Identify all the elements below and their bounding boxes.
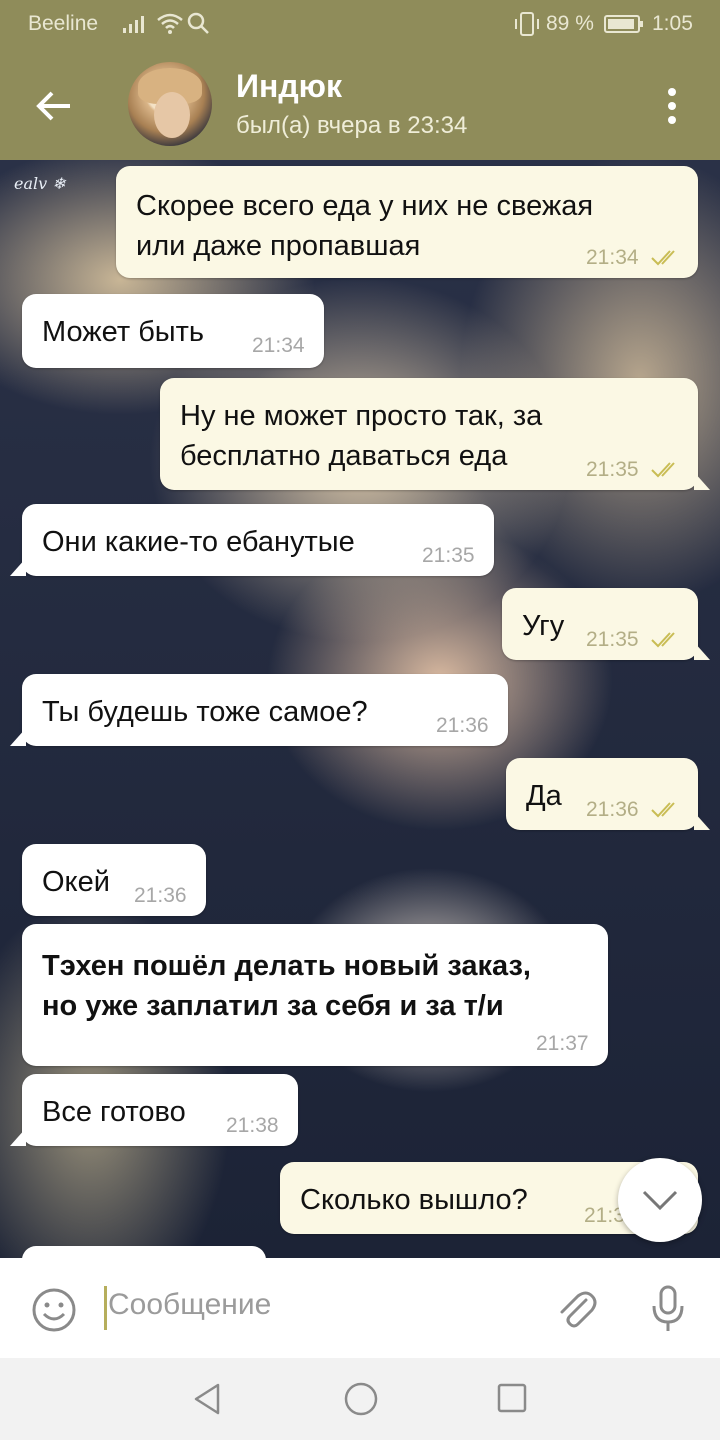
message-text: Угу (522, 610, 565, 642)
message-time: 21:35 (586, 628, 639, 651)
more-vertical-icon[interactable] (656, 82, 688, 130)
status-time: 1:05 (652, 12, 693, 35)
last-seen-status: был(а) вчера в 23:34 (236, 112, 468, 139)
search-icon (187, 12, 209, 34)
message-text: Все готово (42, 1096, 186, 1128)
message-text: Окей (42, 866, 110, 898)
message-incoming[interactable]: Все готово 21:38 (22, 1074, 298, 1146)
message-time: 21:37 (536, 1032, 589, 1055)
avatar[interactable] (128, 62, 212, 146)
message-incoming[interactable]: Они какие-то ебанутые 21:35 (22, 504, 494, 576)
message-incoming-partial[interactable] (22, 1246, 266, 1258)
scroll-to-bottom-button[interactable] (618, 1158, 702, 1242)
message-incoming[interactable]: Окей 21:36 (22, 844, 206, 916)
message-text: Ну не может просто так, за (180, 400, 543, 432)
message-text: Сколько вышло? (300, 1184, 528, 1216)
message-outgoing[interactable]: Угу 21:35 (502, 588, 698, 660)
message-text: Ты будешь тоже самое? (42, 696, 368, 728)
message-incoming[interactable]: Может быть 21:34 (22, 294, 324, 368)
message-outgoing[interactable]: Да 21:36 (506, 758, 698, 830)
message-text: Тэхен пошёл делать новый заказ, (42, 950, 531, 982)
text-cursor (104, 1286, 107, 1330)
double-check-icon (651, 462, 675, 478)
status-bar: Beeline 89 % 1:05 (0, 0, 720, 48)
message-outgoing[interactable]: Ну не может просто так, за бесплатно дав… (160, 378, 698, 490)
nav-home-icon[interactable] (342, 1380, 380, 1418)
double-check-icon (651, 250, 675, 266)
message-text: бесплатно даваться еда (180, 440, 508, 472)
background-watermark: ealv ❄ (14, 174, 66, 193)
message-time: 21:34 (252, 334, 305, 357)
message-time: 21:35 (422, 544, 475, 567)
message-time: 21:36 (134, 884, 187, 907)
carrier-name: Beeline (28, 12, 99, 35)
message-text: Скорее всего еда у них не свежая (136, 190, 594, 222)
message-input[interactable]: Сообщение (108, 1288, 271, 1322)
battery-icon (604, 15, 643, 33)
chevron-down-icon (642, 1190, 678, 1211)
system-navigation-bar (0, 1358, 720, 1440)
message-time: 21:36 (436, 714, 489, 737)
message-time: 21:36 (586, 798, 639, 821)
battery-percent: 89 % (546, 12, 594, 35)
microphone-icon[interactable] (648, 1284, 688, 1334)
paperclip-icon[interactable] (552, 1284, 600, 1332)
double-check-icon (651, 632, 675, 648)
message-incoming[interactable]: Ты будешь тоже самое? 21:36 (22, 674, 508, 746)
message-text: Они какие-то ебанутые (42, 526, 355, 558)
arrow-left-icon[interactable] (30, 82, 78, 130)
message-text: но уже заплатил за себя и за т/и (42, 990, 504, 1022)
nav-recent-apps-icon[interactable] (496, 1382, 528, 1414)
wifi-icon (157, 13, 183, 34)
message-composer: Сообщение (0, 1258, 720, 1358)
nav-back-icon[interactable] (190, 1382, 224, 1416)
message-list[interactable]: ealv ❄ Скорее всего еда у них не свежая … (0, 160, 720, 1258)
message-time: 21:38 (226, 1114, 279, 1137)
double-check-icon (651, 802, 675, 818)
message-time: 21:34 (586, 246, 639, 269)
message-text: Да (526, 780, 562, 812)
contact-name[interactable]: Индюк (236, 68, 342, 105)
smile-icon[interactable] (30, 1286, 78, 1334)
message-outgoing[interactable]: Скорее всего еда у них не свежая или даж… (116, 166, 698, 278)
chat-header: Индюк был(а) вчера в 23:34 (0, 48, 720, 160)
message-time: 21:35 (586, 458, 639, 481)
message-text: Может быть (42, 316, 205, 348)
vibrate-icon (515, 12, 539, 36)
message-text: или даже пропавшая (136, 230, 421, 262)
signal-icon (123, 16, 144, 33)
message-incoming[interactable]: Тэхен пошёл делать новый заказ, но уже з… (22, 924, 608, 1066)
